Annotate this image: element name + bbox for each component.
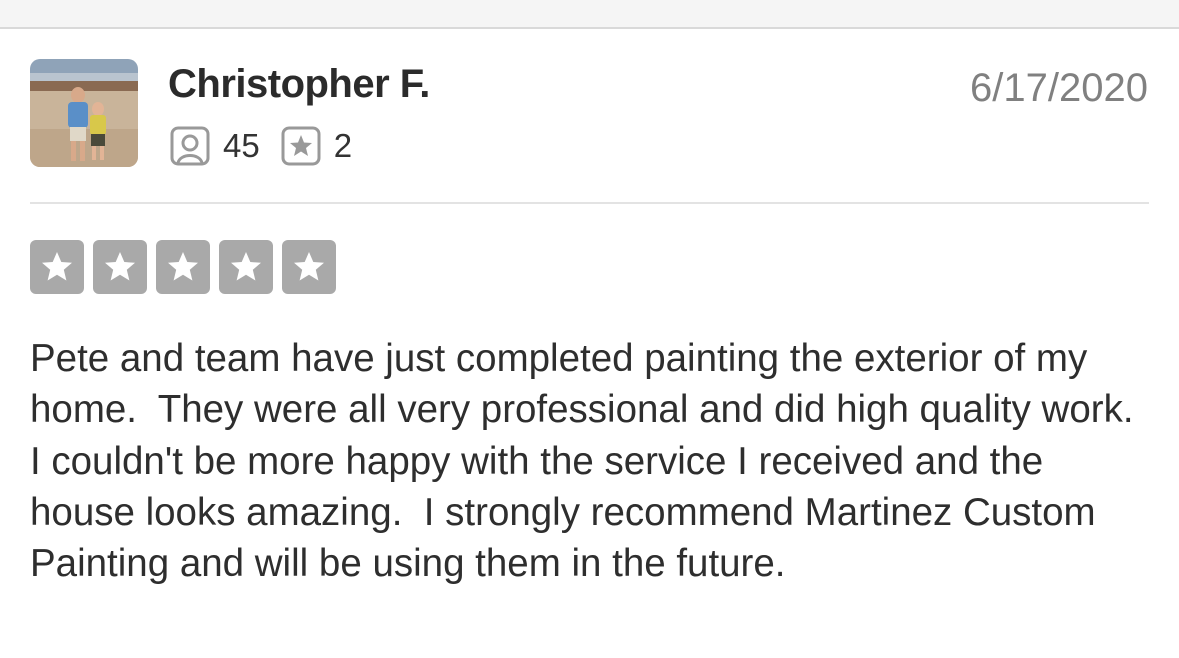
header-divider <box>30 202 1149 204</box>
star-icon <box>231 252 261 281</box>
user-name[interactable]: Christopher F. <box>168 62 430 107</box>
avatar[interactable] <box>30 59 138 167</box>
rating-star-2 <box>93 240 147 294</box>
review-text: Pete and team have just completed painti… <box>30 337 1155 586</box>
star-icon <box>105 252 135 281</box>
avatar-photo <box>30 59 138 167</box>
star-icon <box>42 252 72 281</box>
rating-star-1 <box>30 240 84 294</box>
review-date: 6/17/2020 <box>970 66 1148 110</box>
star-icon <box>168 252 198 281</box>
friends-icon <box>170 126 210 166</box>
rating-star-5 <box>282 240 336 294</box>
user-stats: 45 2 <box>170 124 352 168</box>
rating-star-4 <box>219 240 273 294</box>
review-star-icon <box>281 126 321 166</box>
top-bar-edge <box>0 0 1179 29</box>
reviews-count: 2 <box>333 127 353 164</box>
friends-count: 45 <box>223 127 260 164</box>
star-icon <box>294 252 324 281</box>
rating-star-3 <box>156 240 210 294</box>
star-rating <box>30 240 345 294</box>
